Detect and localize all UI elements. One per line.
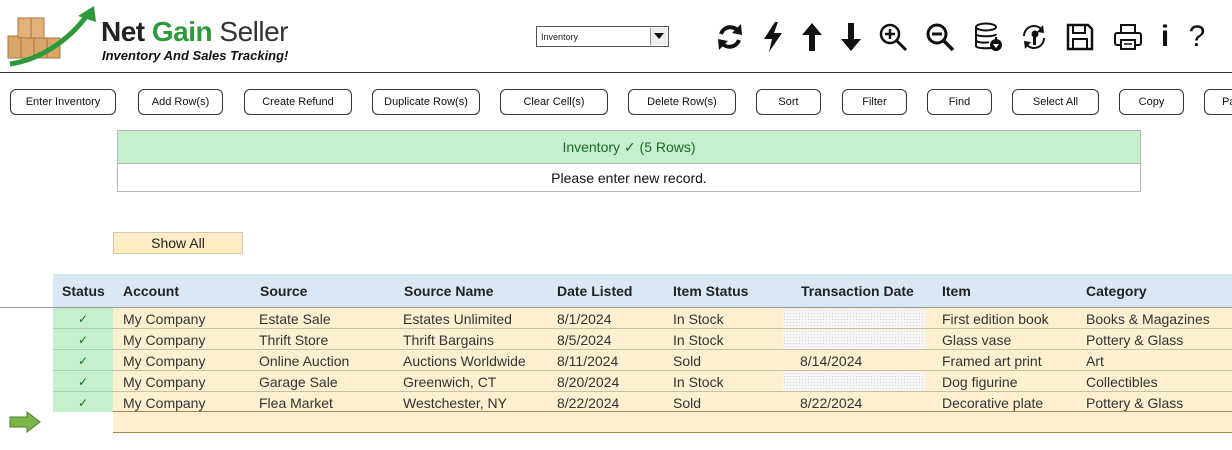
date-listed-cell[interactable]: 8/20/2024 xyxy=(557,371,667,392)
account-cell[interactable]: My Company xyxy=(123,329,253,350)
duplicate-rows-button[interactable]: Duplicate Row(s) xyxy=(372,89,480,115)
sync-key-icon[interactable] xyxy=(1017,19,1051,55)
category-cell[interactable]: Pottery & Glass xyxy=(1086,329,1232,350)
account-cell[interactable]: My Company xyxy=(123,350,253,371)
transaction-date-cell[interactable]: 8/22/2024 xyxy=(800,392,930,413)
item-cell[interactable]: First edition book xyxy=(942,308,1082,329)
column-header-transaction-date[interactable]: Transaction Date xyxy=(801,274,914,307)
transaction-date-cell[interactable]: 8/14/2024 xyxy=(800,350,930,371)
source-cell[interactable]: Online Auction xyxy=(259,350,399,371)
status-cell[interactable]: ✓ xyxy=(53,371,113,392)
transaction-date-cell[interactable] xyxy=(800,308,930,329)
status-cell[interactable]: ✓ xyxy=(53,329,113,350)
paste-button[interactable]: Pa xyxy=(1204,89,1232,115)
chevron-down-icon[interactable] xyxy=(650,28,667,45)
enter-inventory-button[interactable]: Enter Inventory xyxy=(10,89,116,115)
view-select[interactable]: Inventory xyxy=(536,26,669,47)
app-header: Net Gain Seller Inventory And Sales Trac… xyxy=(0,0,1232,73)
column-header-date-listed[interactable]: Date Listed xyxy=(557,274,632,307)
message-header: Inventory ✓ (5 Rows) xyxy=(117,130,1141,164)
source-cell[interactable]: Estate Sale xyxy=(259,308,399,329)
database-download-icon[interactable] xyxy=(971,19,1005,55)
item-status-cell[interactable]: In Stock xyxy=(673,308,793,329)
item-status-cell[interactable]: Sold xyxy=(673,350,793,371)
date-listed-cell[interactable]: 8/5/2024 xyxy=(557,329,667,350)
refresh-icon[interactable] xyxy=(713,19,747,55)
account-cell[interactable]: My Company xyxy=(123,392,253,413)
create-refund-button[interactable]: Create Refund xyxy=(244,89,352,115)
transaction-date-cell[interactable] xyxy=(800,329,930,350)
source-cell[interactable]: Thrift Store xyxy=(259,329,399,350)
find-button[interactable]: Find xyxy=(927,89,992,115)
sort-button[interactable]: Sort xyxy=(756,89,821,115)
growth-arrow-icon xyxy=(9,6,96,67)
column-header-source[interactable]: Source xyxy=(260,274,307,307)
item-cell[interactable]: Dog figurine xyxy=(942,371,1082,392)
source-cell[interactable]: Flea Market xyxy=(259,392,399,413)
item-cell[interactable]: Decorative plate xyxy=(942,392,1082,413)
lightning-icon[interactable] xyxy=(756,19,790,55)
date-listed-cell[interactable]: 8/22/2024 xyxy=(557,392,667,413)
table-header: Status Account Source Source Name Date L… xyxy=(53,274,1232,307)
column-header-source-name[interactable]: Source Name xyxy=(404,274,493,307)
arrow-down-icon[interactable] xyxy=(834,19,868,55)
arrow-up-icon[interactable] xyxy=(795,19,829,55)
view-select-value: Inventory xyxy=(541,32,579,42)
account-cell[interactable]: My Company xyxy=(123,308,253,329)
account-cell[interactable]: My Company xyxy=(123,371,253,392)
column-header-category[interactable]: Category xyxy=(1086,274,1147,307)
copy-button[interactable]: Copy xyxy=(1119,89,1184,115)
source-name-cell[interactable]: Westchester, NY xyxy=(403,392,553,413)
source-name-cell[interactable]: Estates Unlimited xyxy=(403,308,553,329)
info-icon[interactable]: i xyxy=(1148,19,1182,55)
select-all-button[interactable]: Select All xyxy=(1012,89,1099,115)
save-icon[interactable] xyxy=(1063,19,1097,55)
source-name-cell[interactable]: Greenwich, CT xyxy=(403,371,553,392)
table-row[interactable]: ✓ My Company Online Auction Auctions Worldw… xyxy=(53,350,1232,371)
add-rows-button[interactable]: Add Row(s) xyxy=(138,89,223,115)
item-status-cell[interactable]: In Stock xyxy=(673,371,793,392)
table-row[interactable]: ✓ My Company Flea Market Westchester, NY 8/2… xyxy=(53,392,1232,413)
filter-button[interactable]: Filter xyxy=(842,89,907,115)
delete-rows-button[interactable]: Delete Row(s) xyxy=(628,89,736,115)
category-cell[interactable]: Pottery & Glass xyxy=(1086,392,1232,413)
item-cell[interactable]: Glass vase xyxy=(942,329,1082,350)
help-icon[interactable]: ? xyxy=(1180,19,1214,55)
item-status-cell[interactable]: In Stock xyxy=(673,329,793,350)
current-row-arrow-icon xyxy=(9,411,41,433)
status-cell[interactable]: ✓ xyxy=(53,350,113,371)
clear-cells-button[interactable]: Clear Cell(s) xyxy=(500,89,608,115)
status-cell[interactable]: ✓ xyxy=(53,308,113,329)
column-header-account[interactable]: Account xyxy=(123,274,179,307)
item-cell[interactable]: Framed art print xyxy=(942,350,1082,371)
app-logo: Net Gain Seller Inventory And Sales Trac… xyxy=(6,6,306,68)
status-cell[interactable]: ✓ xyxy=(53,392,113,413)
show-all-button[interactable]: Show All xyxy=(113,232,243,254)
new-record-row[interactable] xyxy=(113,411,1232,433)
date-listed-cell[interactable]: 8/11/2024 xyxy=(557,350,667,371)
date-listed-cell[interactable]: 8/1/2024 xyxy=(557,308,667,329)
zoom-in-icon[interactable] xyxy=(876,19,910,55)
table-row[interactable]: ✓ My Company Garage Sale Greenwich, CT 8/20/… xyxy=(53,371,1232,392)
item-status-cell[interactable]: Sold xyxy=(673,392,793,413)
category-cell[interactable]: Collectibles xyxy=(1086,371,1232,392)
source-cell[interactable]: Garage Sale xyxy=(259,371,399,392)
zoom-out-icon[interactable] xyxy=(923,19,957,55)
category-cell[interactable]: Art xyxy=(1086,350,1232,371)
transaction-date-cell[interactable] xyxy=(800,371,930,392)
table-row[interactable]: ✓ My Company Thrift Store Thrift Bargains 8/… xyxy=(53,329,1232,350)
column-header-status[interactable]: Status xyxy=(62,274,105,307)
print-icon[interactable] xyxy=(1111,19,1145,55)
new-row-status-cell[interactable] xyxy=(53,412,113,432)
table-row[interactable]: ✓ My Company Estate Sale Estates Unlimited 8… xyxy=(53,308,1232,329)
message-body: Please enter new record. xyxy=(117,164,1141,192)
column-header-item[interactable]: Item xyxy=(942,274,971,307)
source-name-cell[interactable]: Thrift Bargains xyxy=(403,329,553,350)
column-header-item-status[interactable]: Item Status xyxy=(673,274,748,307)
source-name-cell[interactable]: Auctions Worldwide xyxy=(403,350,553,371)
category-cell[interactable]: Books & Magazines xyxy=(1086,308,1232,329)
app-title: Net Gain Seller xyxy=(101,16,289,47)
app-subtitle: Inventory And Sales Tracking! xyxy=(102,48,289,63)
